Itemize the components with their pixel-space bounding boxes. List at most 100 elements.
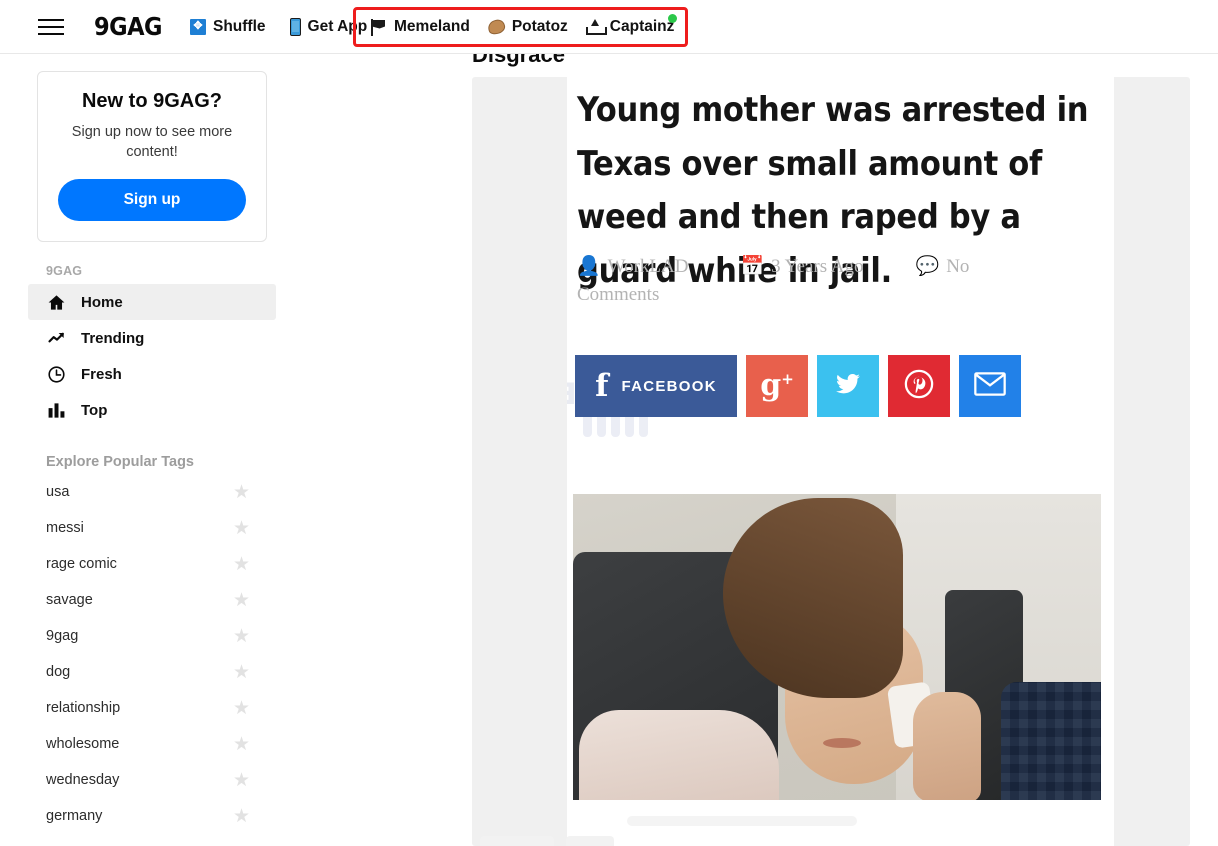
hamburger-line bbox=[38, 32, 64, 35]
potato-icon bbox=[486, 17, 507, 37]
pinterest-icon bbox=[904, 369, 934, 404]
tag-item-germany[interactable]: germany ★ bbox=[28, 798, 276, 834]
hamburger-menu-icon[interactable] bbox=[38, 17, 64, 37]
post-card[interactable]: BLOCKBEATS Young mother was arrested in … bbox=[472, 77, 1190, 846]
meme-author: WorkLAD bbox=[607, 256, 689, 277]
tag-label: 9gag bbox=[46, 628, 79, 644]
twitter-icon bbox=[833, 371, 863, 402]
email-icon bbox=[974, 371, 1006, 401]
star-icon[interactable]: ★ bbox=[233, 627, 250, 646]
star-icon[interactable]: ★ bbox=[233, 555, 250, 574]
signup-promo-card: New to 9GAG? Sign up now to see more con… bbox=[37, 71, 267, 242]
meme-image-content: BLOCKBEATS Young mother was arrested in … bbox=[567, 77, 1114, 846]
sidebar-item-top[interactable]: Top bbox=[28, 392, 276, 428]
clock-icon bbox=[46, 364, 67, 385]
share-button-google-plus[interactable]: g+ bbox=[746, 355, 808, 417]
tag-label: relationship bbox=[46, 700, 121, 716]
trending-arrow-icon bbox=[46, 328, 67, 349]
phone-icon bbox=[289, 17, 301, 36]
sidebar-label-fresh: Fresh bbox=[81, 365, 122, 383]
sidebar-item-fresh[interactable]: Fresh bbox=[28, 356, 276, 392]
nav-label-potatoz: Potatoz bbox=[511, 18, 568, 35]
star-icon[interactable]: ★ bbox=[233, 663, 250, 682]
hamburger-line bbox=[38, 18, 64, 21]
share-button-email[interactable] bbox=[959, 355, 1021, 417]
share-button-pinterest[interactable] bbox=[888, 355, 950, 417]
comment-icon: 💬 bbox=[915, 256, 940, 277]
explore-popular-tags-label: Explore Popular Tags bbox=[46, 454, 194, 470]
nav-item-potatoz[interactable]: Potatoz bbox=[486, 17, 568, 37]
tag-label: usa bbox=[46, 484, 70, 500]
star-icon[interactable]: ★ bbox=[233, 483, 250, 502]
sidebar-section-label: 9GAG bbox=[46, 264, 83, 278]
share-button-twitter[interactable] bbox=[817, 355, 879, 417]
google-plus-icon: g+ bbox=[760, 368, 794, 403]
sidebar-label-trending: Trending bbox=[81, 329, 145, 347]
tag-label: germany bbox=[46, 808, 103, 824]
nav-item-captainz[interactable]: Captainz bbox=[585, 14, 678, 36]
star-icon[interactable]: ★ bbox=[233, 735, 250, 754]
signup-button[interactable]: Sign up bbox=[58, 179, 246, 221]
sidebar-label-home: Home bbox=[81, 293, 123, 311]
tag-label: dog bbox=[46, 664, 71, 680]
signup-card-title: New to 9GAG? bbox=[81, 90, 222, 112]
nav-label-captainz-wrap: Captainz bbox=[610, 14, 678, 36]
post-title: Disgrace bbox=[472, 54, 565, 67]
tag-item-wholesome[interactable]: wholesome ★ bbox=[28, 726, 276, 762]
shuffle-icon: ✥ bbox=[189, 18, 206, 35]
meme-meta-row: 👤 WorkLAD 📅 3 Years Ago 💬 No Comments bbox=[577, 253, 1047, 308]
main-content-area: Disgrace BLOCKBEATS Young mother was arr… bbox=[305, 54, 1218, 846]
tag-label: messi bbox=[46, 520, 84, 536]
star-icon[interactable]: ★ bbox=[233, 699, 250, 718]
placeholder-buttons-row bbox=[480, 836, 614, 846]
tag-label: savage bbox=[46, 592, 93, 608]
placeholder-bar bbox=[627, 816, 857, 826]
star-icon[interactable]: ★ bbox=[233, 771, 250, 790]
tag-label: wholesome bbox=[46, 736, 120, 752]
photo-plaid-shirt bbox=[1001, 682, 1101, 800]
star-icon[interactable]: ★ bbox=[233, 519, 250, 538]
hamburger-line bbox=[38, 25, 64, 28]
facebook-icon: f bbox=[595, 367, 609, 404]
nav-item-shuffle[interactable]: ✥ Shuffle bbox=[189, 17, 266, 36]
sidebar-nav-list: Home Trending Fresh Top bbox=[0, 284, 305, 428]
tag-item-wednesday[interactable]: wednesday ★ bbox=[28, 762, 276, 798]
pirate-flag-icon bbox=[370, 18, 387, 36]
sidebar-label-top: Top bbox=[81, 401, 108, 419]
tag-item-rage-comic[interactable]: rage comic ★ bbox=[28, 546, 276, 582]
nav-label-shuffle: Shuffle bbox=[212, 17, 266, 35]
share-button-facebook[interactable]: f FACEBOOK bbox=[575, 355, 737, 417]
tag-label: wednesday bbox=[46, 772, 120, 788]
nav-item-memeland[interactable]: Memeland bbox=[370, 18, 470, 36]
photo-mouth bbox=[823, 738, 861, 748]
captain-upload-icon bbox=[585, 19, 607, 35]
bar-chart-icon bbox=[46, 400, 67, 421]
meme-date: 3 Years Ago bbox=[771, 256, 864, 277]
tag-item-messi[interactable]: messi ★ bbox=[28, 510, 276, 546]
sidebar-item-home[interactable]: Home bbox=[28, 284, 276, 320]
placeholder-button bbox=[566, 836, 614, 846]
tag-item-relationship[interactable]: relationship ★ bbox=[28, 690, 276, 726]
left-sidebar: New to 9GAG? Sign up now to see more con… bbox=[0, 54, 305, 846]
share-buttons-row: f FACEBOOK g+ bbox=[575, 355, 1021, 417]
tag-item-usa[interactable]: usa ★ bbox=[28, 474, 276, 510]
star-icon[interactable]: ★ bbox=[233, 807, 250, 826]
nav-label-memeland: Memeland bbox=[394, 18, 470, 35]
signup-card-subtitle: Sign up now to see more content! bbox=[71, 124, 233, 160]
tag-item-savage[interactable]: savage ★ bbox=[28, 582, 276, 618]
tag-item-dog[interactable]: dog ★ bbox=[28, 654, 276, 690]
user-icon: 👤 bbox=[577, 256, 601, 277]
home-icon bbox=[46, 292, 67, 313]
photo-hand bbox=[913, 692, 981, 800]
popular-tags-list: usa ★ messi ★ rage comic ★ savage ★ 9gag… bbox=[0, 474, 305, 834]
star-icon[interactable]: ★ bbox=[233, 591, 250, 610]
share-label-facebook: FACEBOOK bbox=[621, 377, 717, 395]
site-logo-9gag[interactable]: 9GAG bbox=[94, 12, 162, 41]
calendar-icon: 📅 bbox=[740, 256, 765, 277]
crying-woman-photo bbox=[573, 494, 1101, 800]
sidebar-item-trending[interactable]: Trending bbox=[28, 320, 276, 356]
tag-item-9gag[interactable]: 9gag ★ bbox=[28, 618, 276, 654]
placeholder-button bbox=[480, 836, 554, 846]
online-status-dot-icon bbox=[668, 14, 678, 23]
highlighted-nav-group: Memeland Potatoz Captainz bbox=[353, 7, 688, 47]
